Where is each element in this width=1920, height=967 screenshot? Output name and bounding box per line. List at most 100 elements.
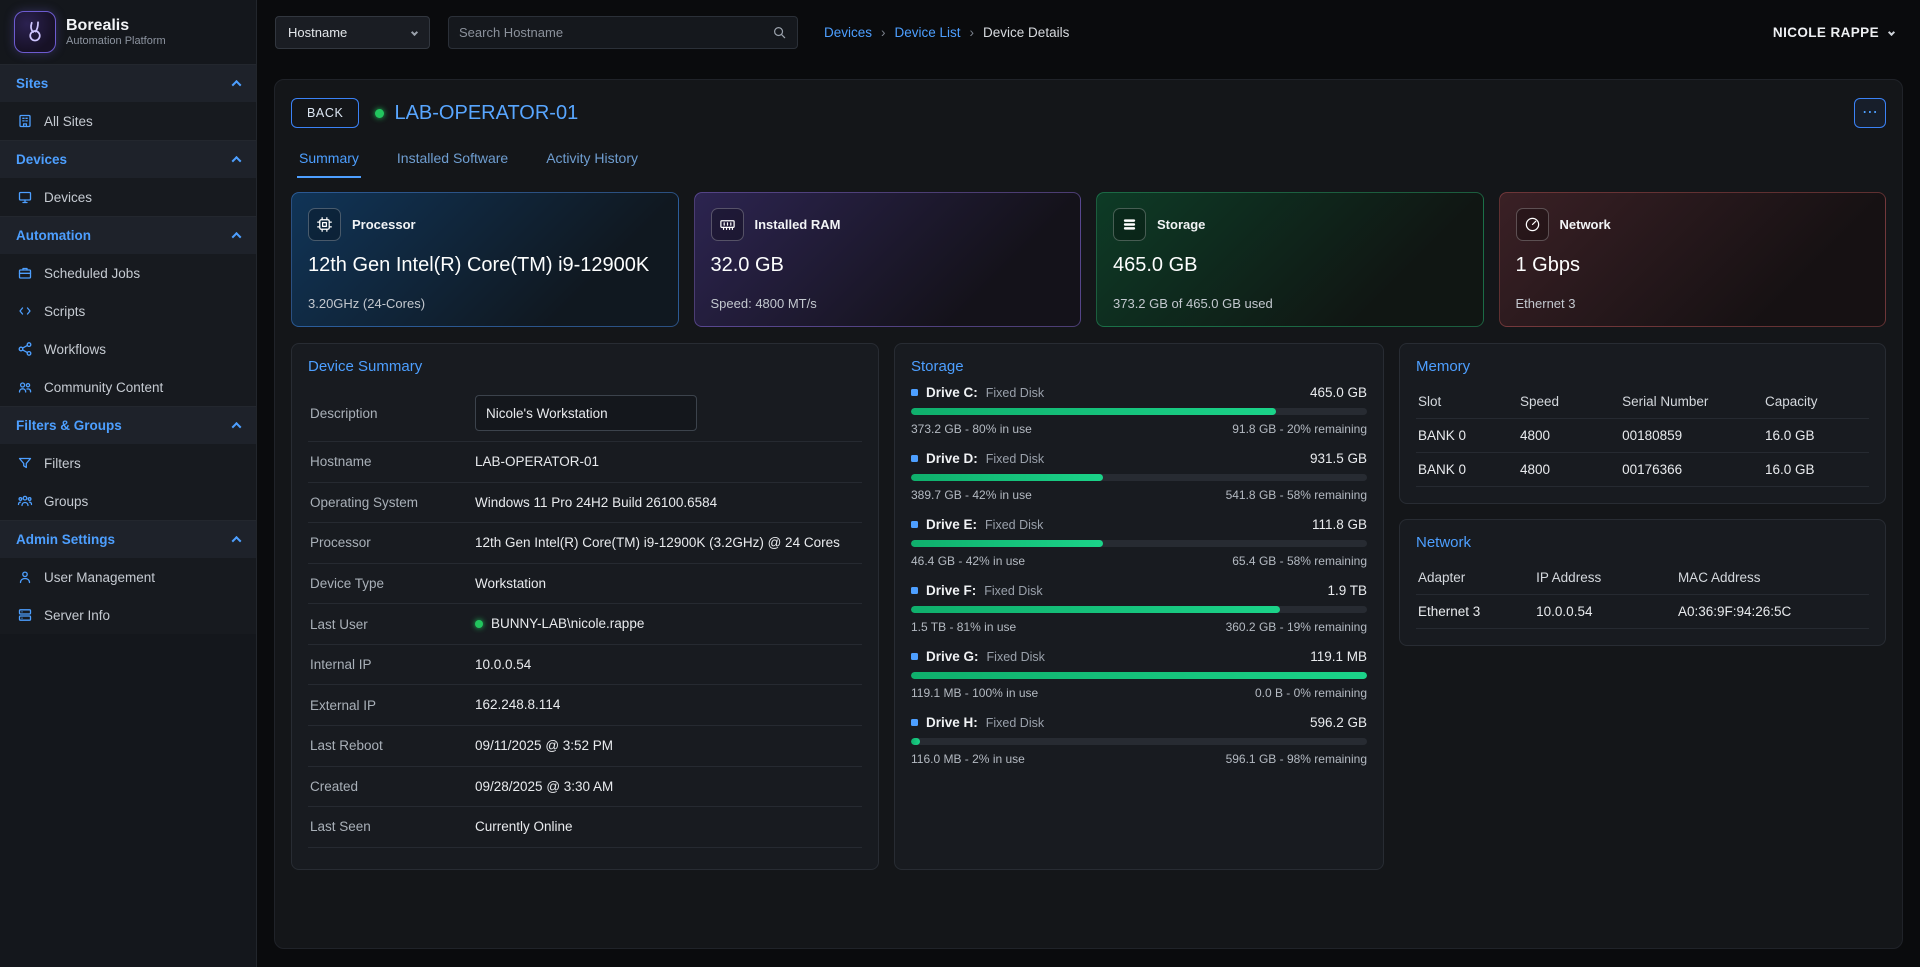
sidebar-item-all-sites[interactable]: All Sites xyxy=(0,102,256,140)
filter-icon xyxy=(16,455,33,471)
drive-usage-bar xyxy=(911,672,1367,679)
right-panels: Memory Slot Speed Serial Number Capacity… xyxy=(1399,343,1886,646)
sidebar-item-label: Groups xyxy=(44,494,88,509)
sidebar-section-admin-settings[interactable]: Admin Settings xyxy=(0,520,256,558)
section-label: Devices xyxy=(16,152,67,167)
device-title: LAB-OPERATOR-01 xyxy=(375,102,578,125)
tab-installed-software[interactable]: Installed Software xyxy=(395,142,510,178)
device-tabs: Summary Installed Software Activity Hist… xyxy=(291,142,1886,178)
memory-table: Slot Speed Serial Number Capacity BANK 0… xyxy=(1416,385,1869,487)
storage-panel: Storage Drive C: Fixed Disk 465.0 GB 373… xyxy=(894,343,1384,870)
drive-usage-bar xyxy=(911,738,1367,745)
summary-row-device-type: Device Type Workstation xyxy=(308,564,862,605)
back-button[interactable]: BACK xyxy=(291,98,359,128)
search-box xyxy=(448,16,798,49)
summary-row-created: Created 09/28/2025 @ 3:30 AM xyxy=(308,767,862,808)
drive-usage-bar xyxy=(911,540,1367,547)
tab-summary[interactable]: Summary xyxy=(297,142,361,178)
briefcase-icon xyxy=(16,265,33,281)
sidebar-item-workflows[interactable]: Workflows xyxy=(0,330,256,368)
brand-subtitle: Automation Platform xyxy=(66,35,166,47)
drive-usage-bar xyxy=(911,606,1367,613)
sidebar-item-user-management[interactable]: User Management xyxy=(0,558,256,596)
sidebar: Borealis Automation Platform Sites All S… xyxy=(0,0,257,967)
section-label: Admin Settings xyxy=(16,532,115,547)
card-value: 1 Gbps xyxy=(1516,254,1870,277)
ram-icon xyxy=(711,208,744,241)
memory-table-row: BANK 0 4800 00176366 16.0 GB xyxy=(1416,453,1869,487)
content-area: BACK LAB-OPERATOR-01 ⋯ Summary Installed… xyxy=(257,64,1920,967)
device-actions-button[interactable]: ⋯ xyxy=(1854,98,1886,128)
code-icon xyxy=(16,303,33,319)
workflow-icon xyxy=(16,341,33,357)
borealis-logo-icon xyxy=(14,11,56,53)
card-value: 465.0 GB xyxy=(1113,254,1467,277)
summary-row-processor: Processor 12th Gen Intel(R) Core(TM) i9-… xyxy=(308,523,862,564)
chevron-up-icon xyxy=(232,80,242,90)
sidebar-section-devices[interactable]: Devices xyxy=(0,140,256,178)
memory-table-header: Slot Speed Serial Number Capacity xyxy=(1416,385,1869,419)
sidebar-section-sites[interactable]: Sites xyxy=(0,64,256,102)
chip-icon xyxy=(308,208,341,241)
storage-card: Storage 465.0 GB 373.2 GB of 465.0 GB us… xyxy=(1096,192,1484,327)
groups-icon xyxy=(16,493,33,509)
drive-item-e: Drive E: Fixed Disk 111.8 GB 46.4 GB - 4… xyxy=(911,517,1367,568)
building-icon xyxy=(16,113,33,129)
sidebar-item-label: Filters xyxy=(44,456,81,471)
panel-title: Storage xyxy=(911,358,1367,375)
device-header: BACK LAB-OPERATOR-01 ⋯ xyxy=(291,98,1886,128)
card-title: Installed RAM xyxy=(755,217,841,232)
summary-row-last-reboot: Last Reboot 09/11/2025 @ 3:52 PM xyxy=(308,726,862,767)
sidebar-item-label: Workflows xyxy=(44,342,106,357)
user-name: NICOLE RAPPE xyxy=(1773,25,1879,40)
summary-row-hostname: Hostname LAB-OPERATOR-01 xyxy=(308,442,862,483)
chevron-up-icon xyxy=(232,422,242,432)
sidebar-item-groups[interactable]: Groups xyxy=(0,482,256,520)
search-input[interactable] xyxy=(459,25,764,40)
stat-cards: Processor 12th Gen Intel(R) Core(TM) i9-… xyxy=(291,192,1886,327)
network-table-row: Ethernet 3 10.0.0.54 A0:36:9F:94:26:5C xyxy=(1416,595,1869,629)
user-menu[interactable]: NICOLE RAPPE xyxy=(1773,25,1894,40)
breadcrumb-current: Device Details xyxy=(983,25,1069,40)
sidebar-item-label: Devices xyxy=(44,190,92,205)
sidebar-item-scheduled-jobs[interactable]: Scheduled Jobs xyxy=(0,254,256,292)
breadcrumb-devices[interactable]: Devices xyxy=(824,25,872,40)
main-column: Hostname Devices › Device List › Device … xyxy=(257,0,1920,967)
sidebar-item-scripts[interactable]: Scripts xyxy=(0,292,256,330)
drive-bullet-icon xyxy=(911,719,918,726)
sidebar-section-filters-groups[interactable]: Filters & Groups xyxy=(0,406,256,444)
search-icon[interactable] xyxy=(772,25,787,40)
sidebar-item-label: Scripts xyxy=(44,304,85,319)
sidebar-section-automation[interactable]: Automation xyxy=(0,216,256,254)
hostname-filter-dropdown[interactable]: Hostname xyxy=(275,16,430,49)
sidebar-item-devices[interactable]: Devices xyxy=(0,178,256,216)
brand: Borealis Automation Platform xyxy=(0,0,256,64)
sidebar-item-label: Community Content xyxy=(44,380,163,395)
tab-activity-history[interactable]: Activity History xyxy=(544,142,640,178)
sidebar-item-server-info[interactable]: Server Info xyxy=(0,596,256,634)
drive-item-c: Drive C: Fixed Disk 465.0 GB 373.2 GB - … xyxy=(911,385,1367,436)
device-details-panel: BACK LAB-OPERATOR-01 ⋯ Summary Installed… xyxy=(274,79,1903,949)
processor-card: Processor 12th Gen Intel(R) Core(TM) i9-… xyxy=(291,192,679,327)
sidebar-item-label: User Management xyxy=(44,570,155,585)
drive-usage-bar xyxy=(911,408,1367,415)
drive-bullet-icon xyxy=(911,389,918,396)
drive-bullet-icon xyxy=(911,653,918,660)
row-label: Description xyxy=(310,406,465,421)
card-footer: Speed: 4800 MT/s xyxy=(711,296,1065,311)
summary-row-internal-ip: Internal IP 10.0.0.54 xyxy=(308,645,862,686)
sidebar-item-label: All Sites xyxy=(44,114,93,129)
breadcrumb-device-list[interactable]: Device List xyxy=(895,25,961,40)
network-card: Network 1 Gbps Ethernet 3 xyxy=(1499,192,1887,327)
gauge-icon xyxy=(1516,208,1549,241)
section-label: Sites xyxy=(16,76,48,91)
summary-row-last-user: Last User BUNNY-LAB\nicole.rappe xyxy=(308,604,862,645)
online-status-dot xyxy=(475,620,483,628)
sidebar-item-community-content[interactable]: Community Content xyxy=(0,368,256,406)
section-label: Filters & Groups xyxy=(16,418,122,433)
card-title: Storage xyxy=(1157,217,1205,232)
description-input[interactable] xyxy=(475,395,697,431)
card-title: Processor xyxy=(352,217,416,232)
sidebar-item-filters[interactable]: Filters xyxy=(0,444,256,482)
drive-bullet-icon xyxy=(911,455,918,462)
